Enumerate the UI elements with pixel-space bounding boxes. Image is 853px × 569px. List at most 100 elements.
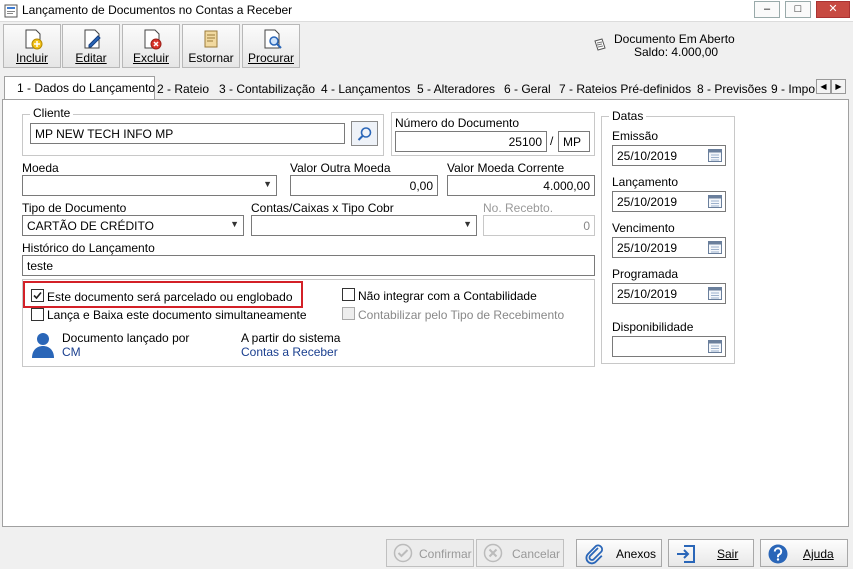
valor-outra-moeda-label: Valor Outra Moeda bbox=[290, 161, 391, 175]
user-icon bbox=[32, 333, 54, 358]
exit-door-icon bbox=[677, 545, 695, 563]
delete-document-icon bbox=[144, 29, 162, 50]
lanca-baixa-label[interactable]: Lança e Baixa este documento simultaneam… bbox=[47, 308, 307, 322]
tab-scroll-right-icon[interactable]: ▶ bbox=[831, 79, 846, 94]
help-icon bbox=[768, 544, 788, 564]
parcelado-label[interactable]: Este documento será parcelado ou engloba… bbox=[47, 290, 293, 304]
contabilizar-label: Contabilizar pelo Tipo de Recebimento bbox=[358, 308, 565, 322]
sistema-value: Contas a Receber bbox=[241, 345, 338, 359]
moeda-label: Moeda bbox=[22, 161, 59, 175]
nao-integrar-label[interactable]: Não integrar com a Contabilidade bbox=[358, 289, 537, 303]
cancelar-label: Cancelar bbox=[512, 547, 561, 561]
disponibilidade-date-input[interactable] bbox=[612, 336, 726, 357]
programada-value: 25/10/2019 bbox=[617, 287, 678, 301]
lancamento-date-input[interactable]: 25/10/2019 bbox=[612, 191, 726, 212]
numero-recebimento-label: No. Recebto. bbox=[483, 201, 554, 215]
cliente-input[interactable]: MP NEW TECH INFO MP bbox=[30, 123, 345, 144]
tab-geral[interactable]: 6 - Geral bbox=[504, 78, 551, 99]
datas-title: Datas bbox=[609, 109, 647, 123]
cancelar-button: Cancelar bbox=[476, 539, 564, 567]
emissao-label: Emissão bbox=[612, 129, 659, 143]
vencimento-date-input[interactable]: 25/10/2019 bbox=[612, 237, 726, 258]
search-document-icon bbox=[264, 29, 282, 49]
sair-button[interactable]: Sair bbox=[668, 539, 754, 567]
incluir-label: Incluir bbox=[15, 51, 48, 65]
document-status-icon bbox=[594, 38, 606, 51]
cancel-circle-icon bbox=[483, 543, 503, 563]
window-title: Lançamento de Documentos no Contas a Rec… bbox=[22, 3, 293, 17]
nao-integrar-checkbox[interactable] bbox=[342, 288, 355, 301]
tipo-documento-value: CARTÃO DE CRÉDITO bbox=[27, 219, 154, 233]
vencimento-label: Vencimento bbox=[612, 221, 675, 235]
tab-impostos[interactable]: 9 - Impo bbox=[771, 78, 815, 99]
tipo-documento-select[interactable]: CARTÃO DE CRÉDITO ▼ bbox=[22, 215, 244, 236]
tab-contabilizacao[interactable]: 3 - Contabilização bbox=[219, 78, 315, 99]
parcelado-checkbox[interactable] bbox=[31, 289, 44, 302]
anexos-label: Anexos bbox=[616, 547, 657, 561]
historico-input[interactable]: teste bbox=[22, 255, 595, 276]
lancamento-value: 25/10/2019 bbox=[617, 195, 678, 209]
editar-button[interactable]: Editar bbox=[62, 24, 120, 68]
procurar-button[interactable]: Procurar bbox=[242, 24, 300, 68]
toolbar: Incluir Editar Excluir Estornar Procurar bbox=[0, 22, 853, 70]
calendar-icon[interactable] bbox=[708, 286, 722, 300]
estornar-button[interactable]: Estornar bbox=[182, 24, 240, 68]
lancado-por-label: Documento lançado por bbox=[62, 331, 190, 345]
close-button[interactable]: ✕ bbox=[816, 1, 850, 18]
tab-scroll-left-icon[interactable]: ◀ bbox=[816, 79, 831, 94]
contas-caixas-select[interactable]: ▼ bbox=[251, 215, 477, 236]
cliente-search-button[interactable] bbox=[351, 121, 378, 146]
calendar-icon[interactable] bbox=[708, 339, 722, 353]
document-status: Documento Em Aberto bbox=[614, 32, 735, 46]
sair-label: Sair bbox=[717, 547, 739, 561]
moeda-select[interactable]: ▼ bbox=[22, 175, 277, 196]
tipo-documento-label: Tipo de Documento bbox=[22, 201, 127, 215]
estornar-label: Estornar bbox=[188, 51, 234, 65]
numero-documento-input[interactable]: 25100 bbox=[395, 131, 547, 152]
reverse-entry-icon bbox=[204, 30, 218, 48]
numero-documento-suffix-input[interactable]: MP bbox=[558, 131, 590, 152]
valor-moeda-corrente-input[interactable]: 4.000,00 bbox=[447, 175, 595, 196]
calendar-icon[interactable] bbox=[708, 240, 722, 254]
title-bar: Lançamento de Documentos no Contas a Rec… bbox=[0, 0, 853, 22]
programada-date-input[interactable]: 25/10/2019 bbox=[612, 283, 726, 304]
tab-alteradores[interactable]: 5 - Alteradores bbox=[417, 78, 495, 99]
chevron-down-icon: ▼ bbox=[230, 219, 239, 229]
calendar-icon[interactable] bbox=[708, 148, 722, 162]
tab-previsoes[interactable]: 8 - Previsões bbox=[697, 78, 767, 99]
confirmar-button: Confirmar bbox=[386, 539, 474, 567]
tab-strip: 1 - Dados do Lançamento 2 - Rateio 3 - C… bbox=[2, 76, 850, 100]
contabilizar-checkbox bbox=[342, 307, 355, 320]
historico-label: Histórico do Lançamento bbox=[22, 241, 155, 255]
anexos-button[interactable]: Anexos bbox=[576, 539, 662, 567]
check-circle-icon bbox=[393, 543, 413, 563]
excluir-button[interactable]: Excluir bbox=[122, 24, 180, 68]
chevron-down-icon: ▼ bbox=[463, 219, 472, 229]
lancamento-label: Lançamento bbox=[612, 175, 679, 189]
cliente-label: Cliente bbox=[30, 106, 74, 120]
lanca-baixa-checkbox[interactable] bbox=[31, 308, 44, 321]
numero-recebimento-input: 0 bbox=[483, 215, 595, 236]
edit-document-icon bbox=[84, 29, 101, 49]
procurar-label: Procurar bbox=[247, 51, 294, 65]
valor-outra-moeda-input[interactable]: 0,00 bbox=[290, 175, 438, 196]
checkmark-icon bbox=[33, 291, 42, 300]
tab-lancamentos[interactable]: 4 - Lançamentos bbox=[321, 78, 410, 99]
maximize-button[interactable]: □ bbox=[785, 1, 811, 18]
ajuda-label: Ajuda bbox=[803, 547, 834, 561]
incluir-button[interactable]: Incluir bbox=[3, 24, 61, 68]
confirmar-label: Confirmar bbox=[419, 547, 472, 561]
chevron-down-icon: ▼ bbox=[263, 179, 272, 189]
emissao-date-input[interactable]: 25/10/2019 bbox=[612, 145, 726, 166]
editar-label: Editar bbox=[75, 51, 107, 65]
ajuda-button[interactable]: Ajuda bbox=[760, 539, 848, 567]
lancado-por-value: CM bbox=[62, 345, 81, 359]
tab-rateio[interactable]: 2 - Rateio bbox=[157, 78, 209, 99]
numero-separator: / bbox=[550, 134, 554, 148]
calendar-icon[interactable] bbox=[708, 194, 722, 208]
sistema-label: A partir do sistema bbox=[241, 331, 341, 345]
tab-dados-lancamento[interactable]: 1 - Dados do Lançamento bbox=[4, 76, 155, 100]
minimize-button[interactable]: – bbox=[754, 1, 780, 18]
emissao-value: 25/10/2019 bbox=[617, 149, 678, 163]
tab-rateios-predefinidos[interactable]: 7 - Rateios Pré-definidos bbox=[559, 78, 691, 99]
